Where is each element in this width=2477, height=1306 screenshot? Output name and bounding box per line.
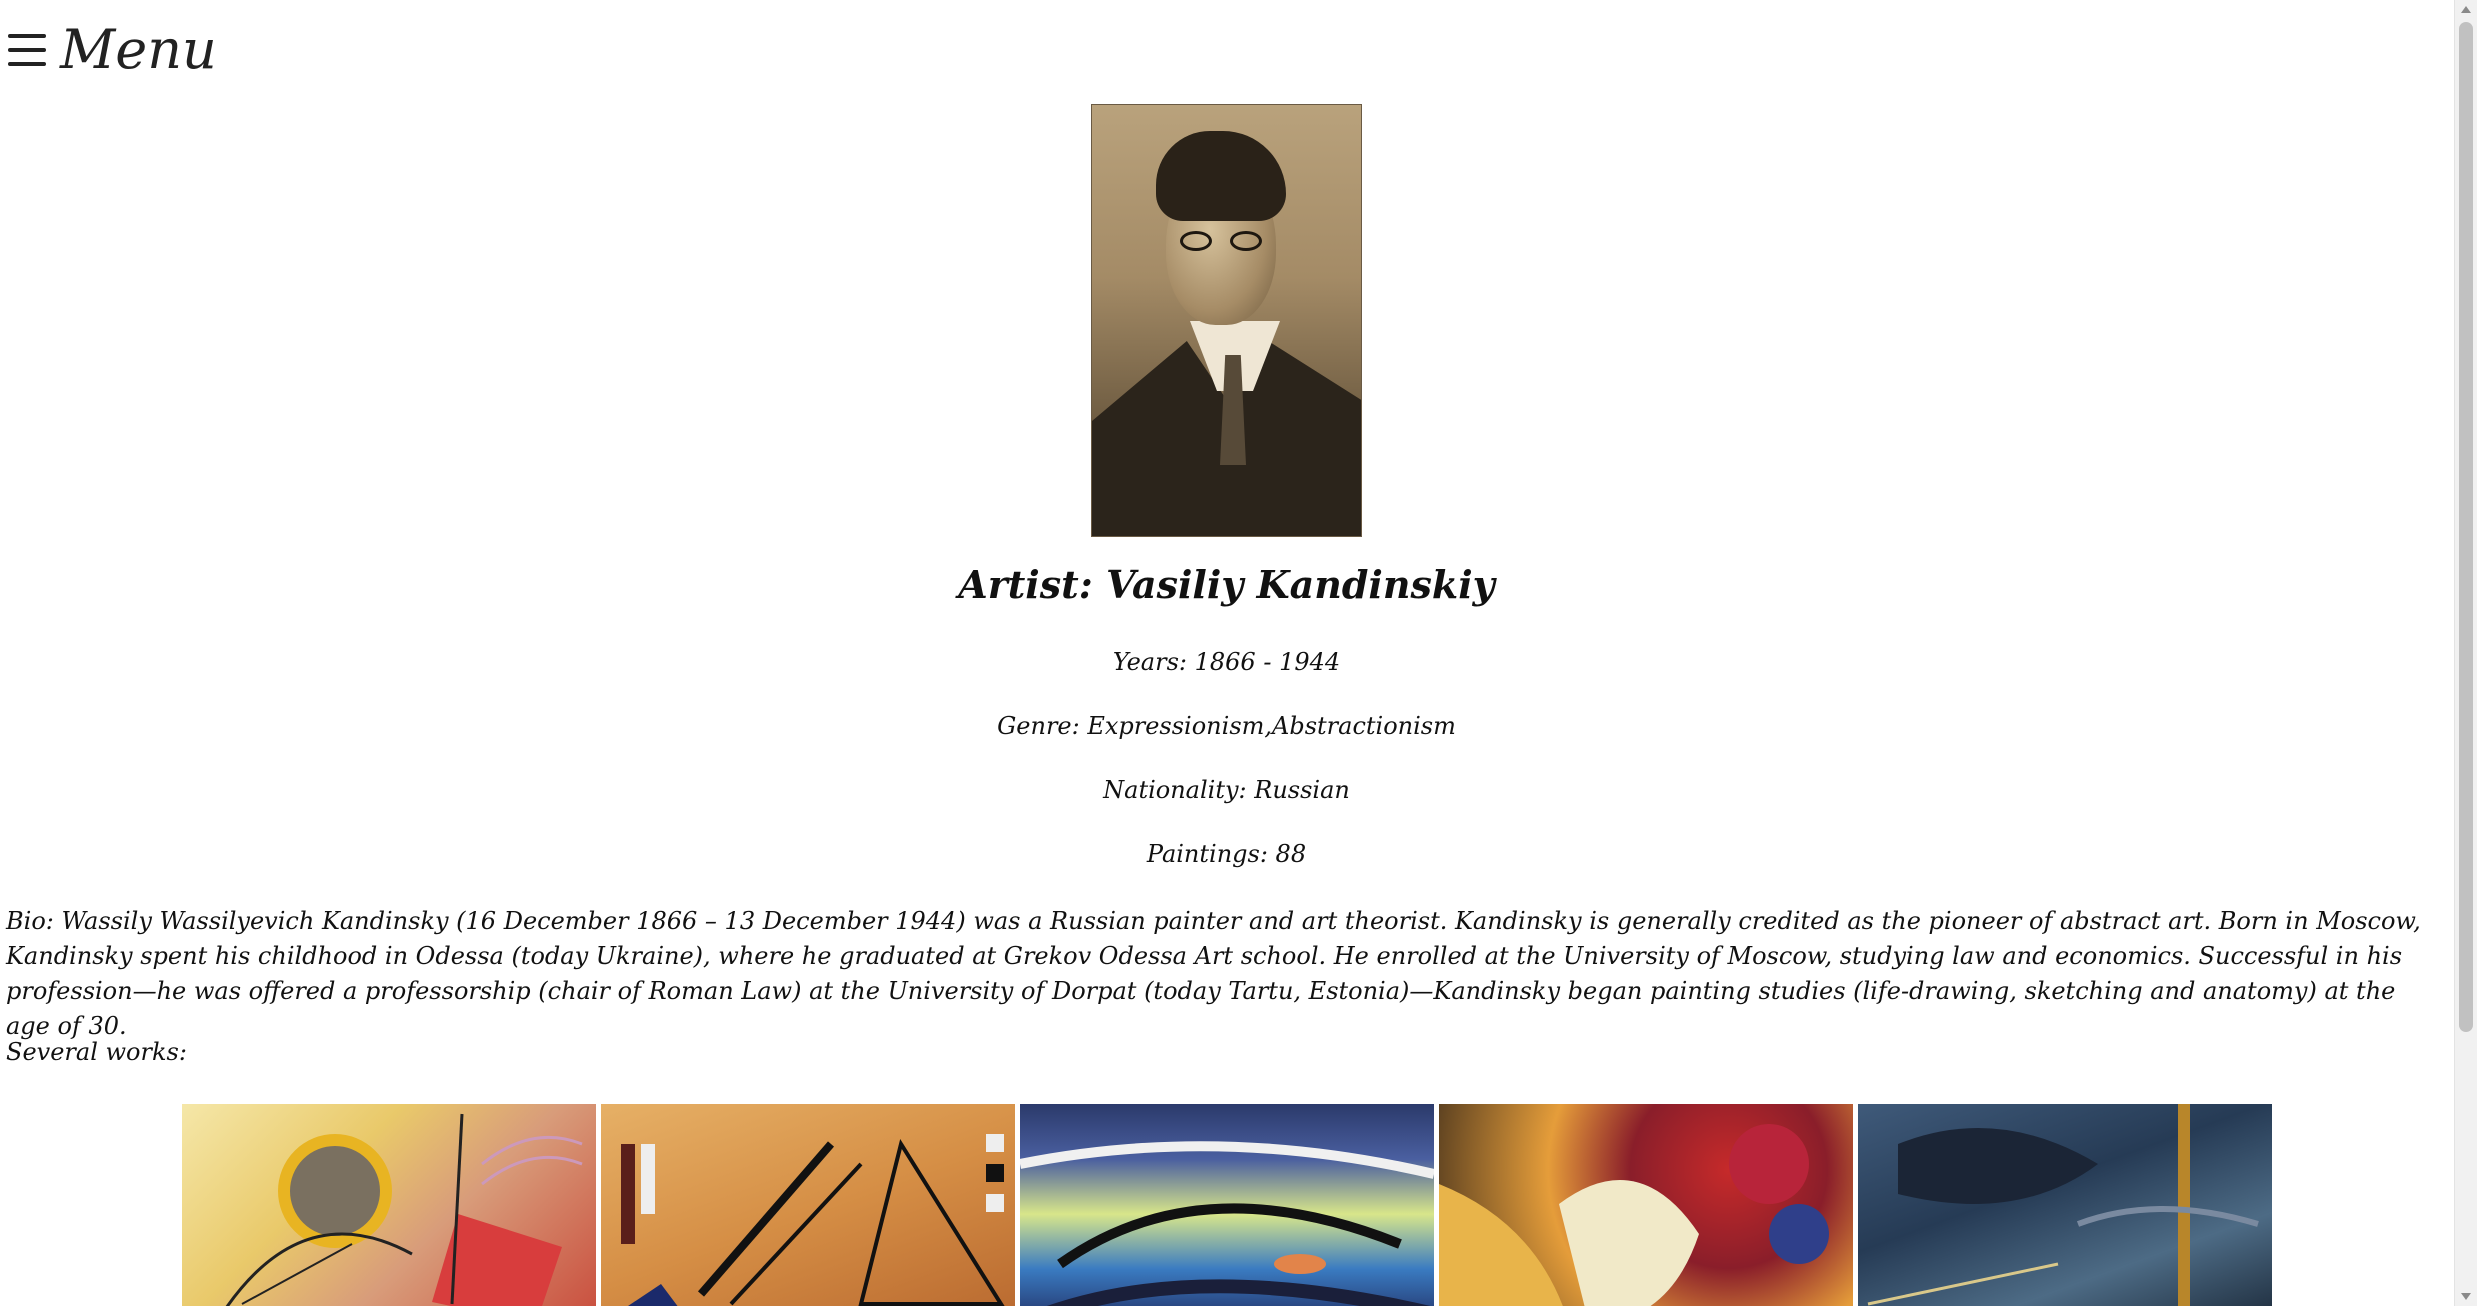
scroll-up-icon[interactable]	[2461, 6, 2471, 13]
menu-label: Menu	[60, 18, 217, 81]
work-thumbnail-4[interactable]	[1439, 1104, 1853, 1306]
work-thumbnail-2[interactable]	[601, 1104, 1015, 1306]
works-label: Several works:	[6, 1038, 187, 1066]
works-gallery	[182, 1104, 2272, 1306]
artist-years: Years: 1866 - 1944	[1112, 648, 1341, 676]
vertical-scrollbar[interactable]	[2454, 0, 2477, 1306]
menu-button[interactable]: Menu	[8, 18, 217, 81]
artist-nationality: Nationality: Russian	[1103, 776, 1350, 804]
artist-bio: Bio: Wassily Wassilyevich Kandinsky (16 …	[6, 907, 2421, 1040]
scroll-down-icon[interactable]	[2461, 1293, 2471, 1300]
artist-name: Artist: Vasiliy Kandinskiy	[958, 562, 1495, 607]
work-thumbnail-3[interactable]	[1020, 1104, 1434, 1306]
artist-genre: Genre: Expressionism,Abstractionism	[997, 712, 1456, 740]
work-thumbnail-1[interactable]	[182, 1104, 596, 1306]
artist-paintings-count: Paintings: 88	[1146, 840, 1307, 868]
artist-page: Menu Artist: Vasiliy Kandinskiy Years: 1…	[0, 0, 2477, 1306]
hamburger-icon	[8, 33, 46, 66]
artist-portrait	[1091, 104, 1362, 537]
work-thumbnail-5[interactable]	[1858, 1104, 2272, 1306]
scrollbar-thumb[interactable]	[2459, 22, 2473, 1032]
